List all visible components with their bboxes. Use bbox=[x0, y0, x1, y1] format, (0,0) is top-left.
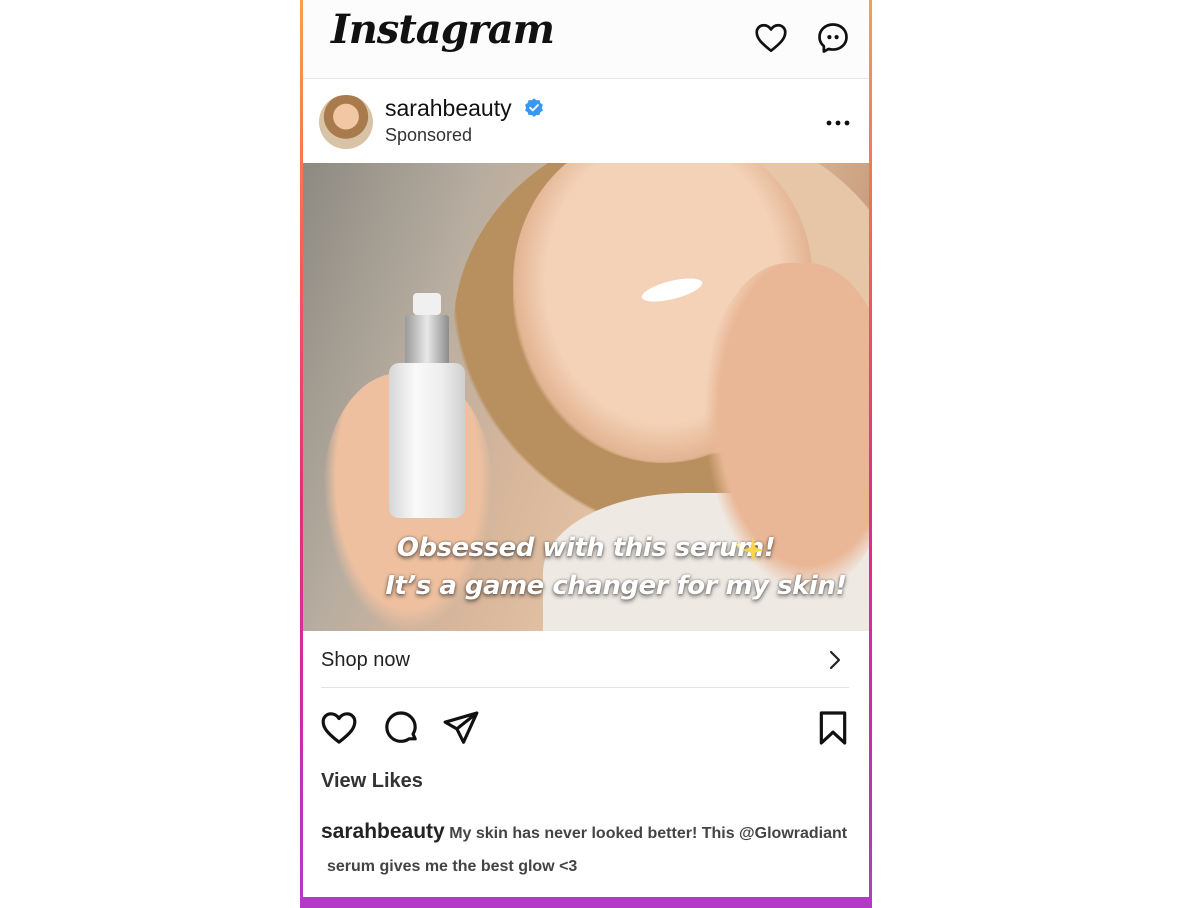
divider bbox=[321, 687, 849, 688]
caption-text-line1: My skin has never looked better! This @G… bbox=[449, 825, 848, 842]
bookmark-icon[interactable] bbox=[813, 708, 853, 748]
avatar[interactable] bbox=[319, 95, 373, 149]
comment-icon[interactable] bbox=[381, 708, 421, 748]
chevron-right-icon bbox=[829, 650, 841, 670]
view-likes-link[interactable]: View Likes bbox=[321, 770, 423, 793]
sponsored-label: Sponsored bbox=[385, 125, 473, 145]
shop-now-label: Shop now bbox=[321, 649, 410, 671]
post-actions bbox=[303, 700, 869, 760]
send-icon[interactable] bbox=[441, 708, 481, 748]
instagram-logo: Instagram bbox=[331, 6, 555, 53]
like-heart-icon[interactable] bbox=[319, 708, 359, 748]
caption-text-line2: serum gives me the best glow <3 bbox=[327, 858, 578, 875]
serum-bottle bbox=[389, 293, 465, 518]
shop-now-button[interactable]: Shop now bbox=[303, 631, 869, 687]
top-bar: Instagram bbox=[303, 0, 869, 79]
caption-username[interactable]: sarahbeauty bbox=[321, 820, 445, 843]
messenger-icon[interactable] bbox=[815, 20, 851, 56]
more-icon[interactable] bbox=[823, 115, 853, 131]
sparkle-icon bbox=[735, 538, 764, 562]
heart-icon[interactable] bbox=[753, 20, 789, 56]
overlay-text-line1: Obsessed with this serum! bbox=[396, 533, 776, 563]
post-username[interactable]: sarahbeauty bbox=[385, 95, 512, 122]
post-caption: sarahbeauty My skin has never looked bet… bbox=[321, 815, 861, 883]
overlay-text-line2: It’s a game changer for my skin! bbox=[385, 571, 847, 601]
post-image[interactable]: Obsessed with this serum! It’s a game ch… bbox=[303, 163, 869, 631]
post-header: sarahbeauty Sponsored bbox=[303, 79, 869, 163]
verified-badge-icon bbox=[525, 98, 543, 117]
instagram-screen: Instagram sarahbeauty Sponsored Obsessed… bbox=[303, 0, 869, 897]
